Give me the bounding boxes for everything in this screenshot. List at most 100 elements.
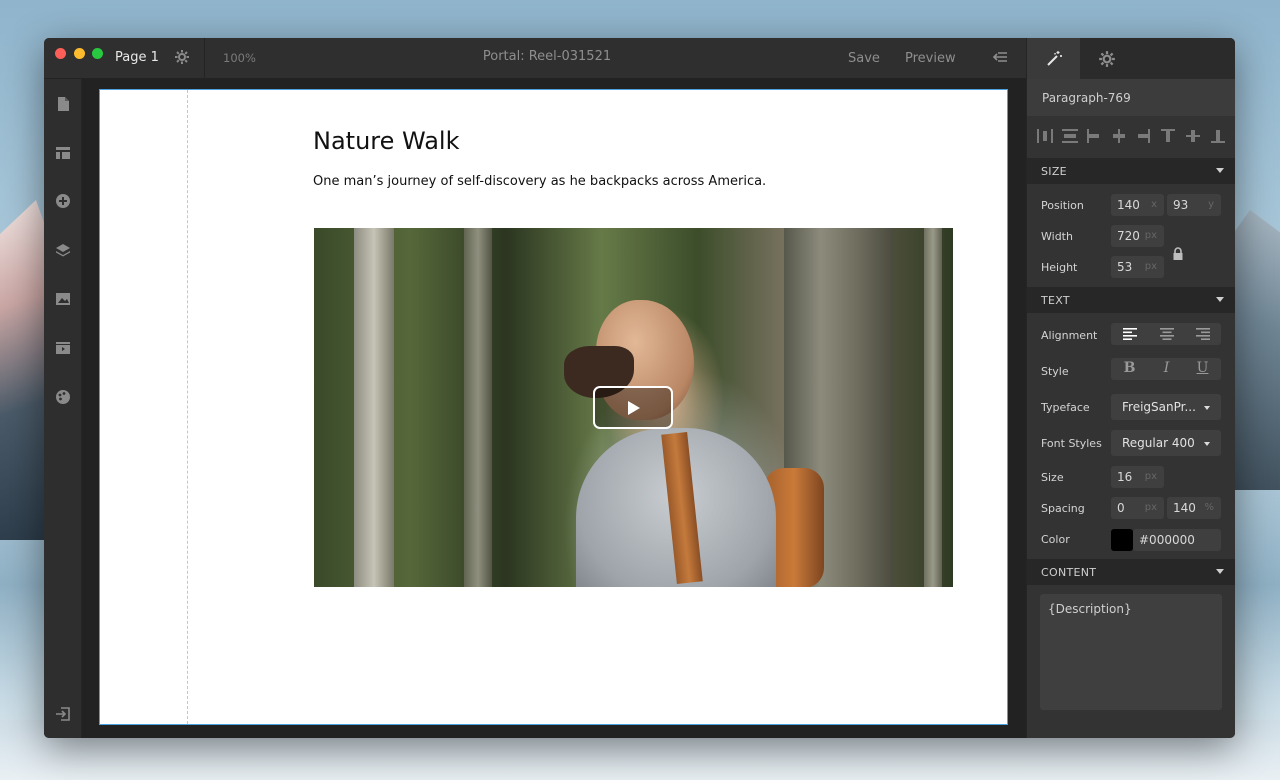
inspector-panel: Paragraph-769 SIZE Position 140 x 93 y W… (1026, 38, 1235, 738)
underline-button[interactable]: U (1184, 360, 1221, 376)
line-height-field[interactable]: 140 % (1167, 497, 1221, 519)
play-icon (628, 401, 640, 415)
document-title: Portal: Reel-031521 (482, 49, 612, 64)
position-y-unit: y (1208, 199, 1214, 210)
align-right-icon[interactable] (1134, 128, 1152, 144)
page-heading[interactable]: Nature Walk (313, 127, 459, 155)
position-y-field[interactable]: 93 y (1167, 194, 1221, 216)
align-left-icon[interactable] (1085, 128, 1103, 144)
size-section-title: SIZE (1041, 165, 1067, 178)
typeface-value: FreigSanPr... (1122, 400, 1196, 414)
typeface-label: Typeface (1041, 401, 1090, 414)
bold-button[interactable]: B (1111, 360, 1148, 376)
font-size-unit: px (1144, 471, 1157, 482)
color-hex-field[interactable]: #000000 (1133, 529, 1221, 551)
style-label: Style (1041, 365, 1069, 378)
lock-icon[interactable] (1172, 246, 1184, 260)
font-styles-value: Regular 400 (1122, 436, 1195, 450)
align-center-horizontal-icon[interactable] (1110, 128, 1128, 144)
video-player[interactable] (314, 228, 953, 587)
text-alignment-control (1111, 323, 1221, 345)
width-label: Width (1041, 230, 1073, 243)
preview-button[interactable]: Preview (905, 51, 956, 66)
position-x-field[interactable]: 140 x (1111, 194, 1164, 216)
zoom-level[interactable]: 100% (223, 51, 256, 65)
align-bottom-icon[interactable] (1209, 128, 1227, 144)
text-align-left-button[interactable] (1111, 323, 1148, 345)
text-align-right-button[interactable] (1184, 323, 1221, 345)
letter-spacing-field[interactable]: 0 px (1111, 497, 1164, 519)
toolbar-divider (204, 38, 205, 79)
tab-design[interactable] (1027, 38, 1080, 79)
page-name[interactable]: Page 1 (115, 50, 159, 65)
content-textarea[interactable]: {Description} (1040, 594, 1222, 710)
position-label: Position (1041, 199, 1084, 212)
align-middle-icon[interactable] (1184, 128, 1202, 144)
alignment-label: Alignment (1041, 329, 1098, 342)
height-label: Height (1041, 261, 1078, 274)
font-size-field[interactable]: 16 px (1111, 466, 1164, 488)
align-top-icon[interactable] (1159, 128, 1177, 144)
tab-settings[interactable] (1080, 38, 1133, 79)
chevron-down-icon (1204, 406, 1210, 410)
gear-icon (1099, 51, 1115, 67)
chevron-down-icon (1216, 569, 1224, 574)
size-label: Size (1041, 471, 1064, 484)
letter-spacing-value: 0 (1117, 501, 1125, 515)
save-button[interactable]: Save (848, 51, 880, 66)
height-value: 53 (1117, 260, 1133, 274)
minimize-window-button[interactable] (74, 48, 85, 59)
width-field[interactable]: 720 px (1111, 225, 1164, 247)
font-styles-select[interactable]: Regular 400 (1111, 430, 1221, 456)
spacing-label: Spacing (1041, 502, 1085, 515)
color-swatch[interactable] (1111, 529, 1133, 551)
letter-spacing-unit: px (1144, 502, 1157, 513)
exit-icon[interactable] (55, 706, 71, 722)
page-icon[interactable] (55, 96, 71, 112)
selected-paragraph[interactable]: One man’s journey of self-discovery as h… (313, 174, 766, 189)
tree-trunk (354, 228, 394, 587)
content-value: {Description} (1048, 602, 1132, 616)
position-x-unit: x (1151, 199, 1157, 210)
add-icon[interactable] (55, 193, 71, 209)
collapse-panel-icon[interactable] (991, 48, 1009, 66)
media-icon[interactable] (55, 340, 71, 356)
content-section-header[interactable]: CONTENT (1027, 559, 1235, 585)
layers-icon[interactable] (55, 242, 71, 258)
play-button[interactable] (593, 386, 673, 429)
distribute-vertical-icon[interactable] (1061, 128, 1079, 144)
height-field[interactable]: 53 px (1111, 256, 1164, 278)
font-size-value: 16 (1117, 470, 1133, 484)
typeface-select[interactable]: FreigSanPr... (1111, 394, 1221, 420)
text-section-header[interactable]: TEXT (1027, 287, 1235, 313)
align-left-text-icon (1123, 328, 1137, 340)
alignment-tools (1027, 124, 1235, 154)
top-toolbar: Page 1 100% Portal: Reel-031521 Save Pre… (44, 38, 1026, 79)
theme-icon[interactable] (55, 389, 71, 405)
color-hex-value: #000000 (1139, 533, 1195, 547)
distribute-horizontal-icon[interactable] (1036, 128, 1054, 144)
layout-icon[interactable] (55, 145, 71, 161)
zoom-window-button[interactable] (92, 48, 103, 59)
position-y-value: 93 (1173, 198, 1189, 212)
left-toolbar (44, 79, 82, 738)
line-height-value: 140 (1173, 501, 1196, 515)
font-styles-label: Font Styles (1041, 437, 1102, 450)
size-section-header[interactable]: SIZE (1027, 158, 1235, 184)
italic-button[interactable]: I (1148, 360, 1185, 376)
layout-guide (187, 90, 188, 724)
page-settings-gear-icon[interactable] (174, 49, 190, 65)
chevron-down-icon (1216, 168, 1224, 173)
color-label: Color (1041, 533, 1070, 546)
magic-wand-icon (1047, 51, 1062, 66)
content-section-title: CONTENT (1041, 566, 1097, 579)
close-window-button[interactable] (55, 48, 66, 59)
chevron-down-icon (1204, 442, 1210, 446)
image-icon[interactable] (55, 291, 71, 307)
inspector-tabs (1027, 38, 1235, 79)
align-center-text-icon (1160, 328, 1174, 340)
app-window: Page 1 100% Portal: Reel-031521 Save Pre… (44, 38, 1235, 738)
height-unit: px (1144, 261, 1157, 272)
page-canvas[interactable]: Nature Walk One man’s journey of self-di… (99, 89, 1008, 725)
text-align-center-button[interactable] (1148, 323, 1185, 345)
